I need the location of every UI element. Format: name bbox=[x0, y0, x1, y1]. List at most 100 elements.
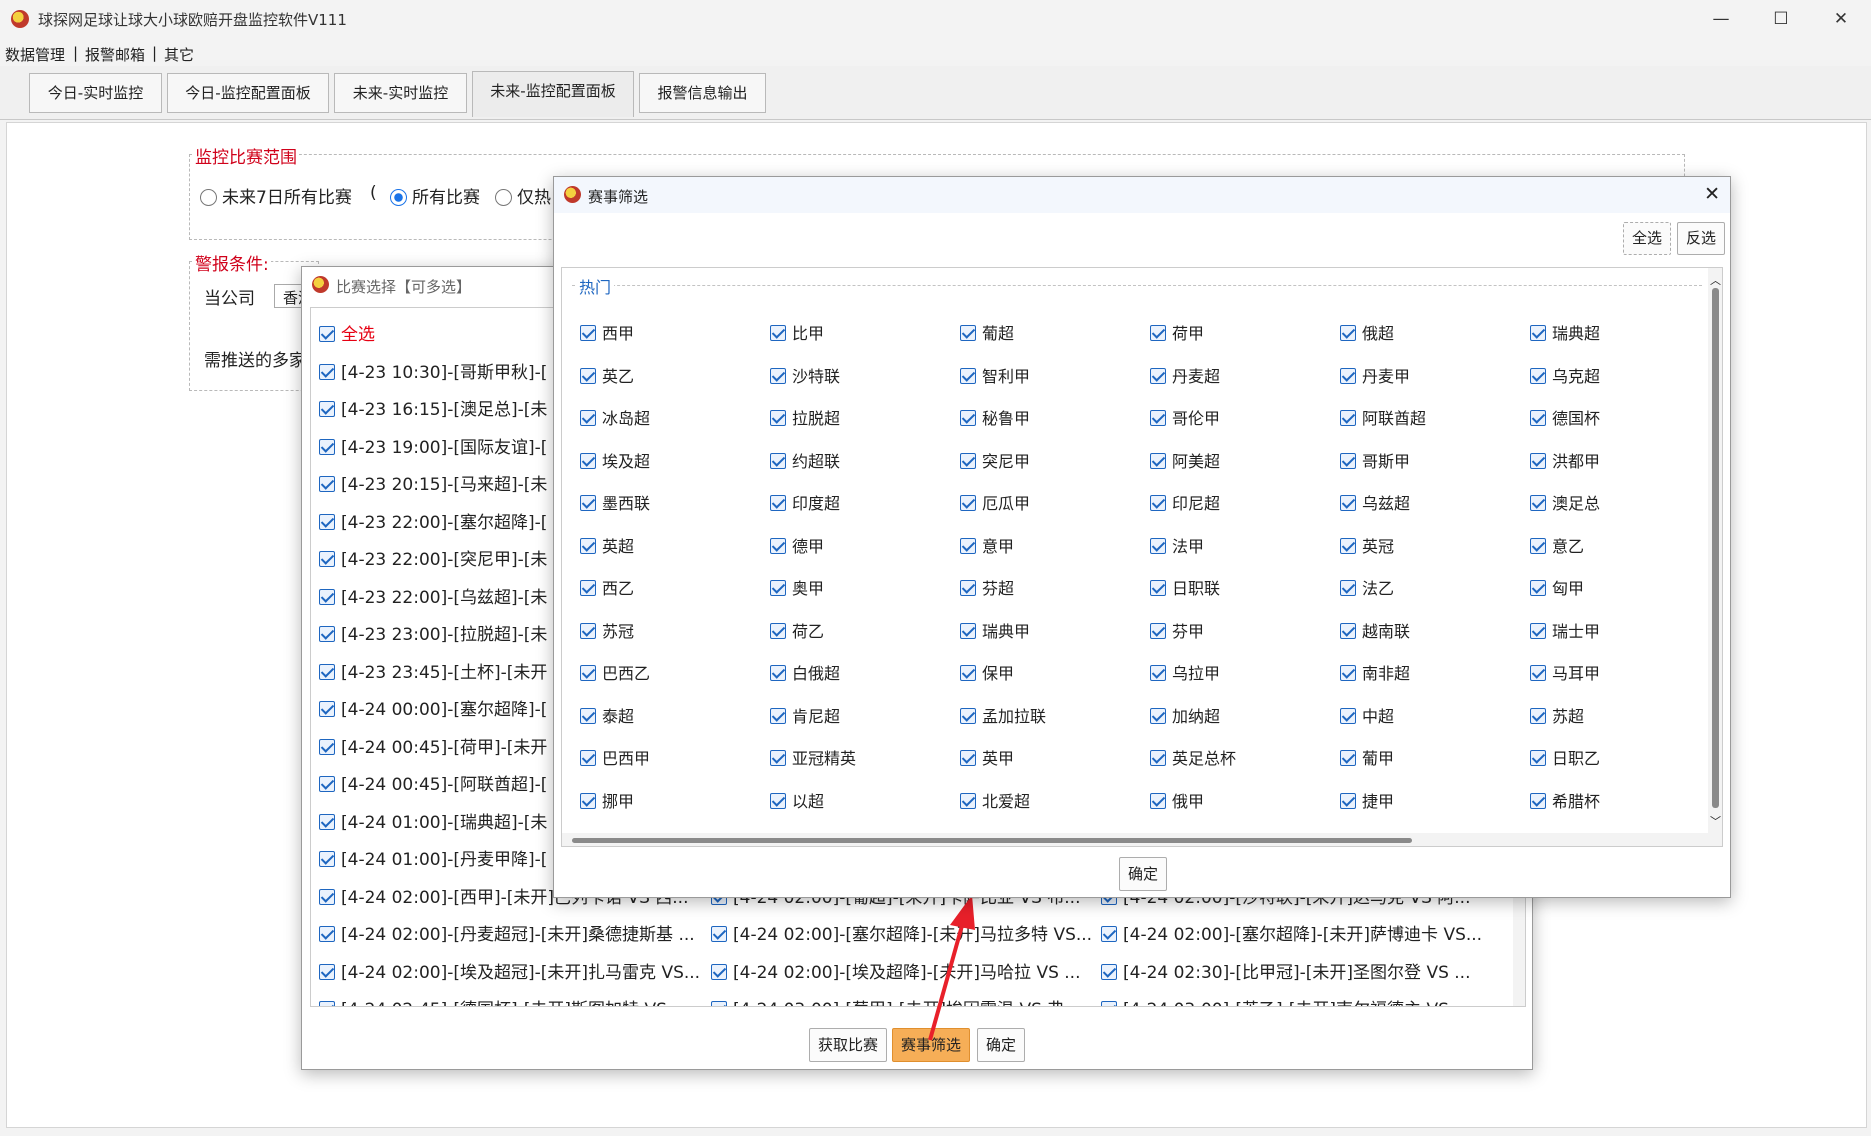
league-checkbox[interactable]: 匈甲 bbox=[1530, 575, 1584, 599]
league-checkbox[interactable]: 马耳甲 bbox=[1530, 660, 1600, 684]
league-checkbox[interactable]: 西甲 bbox=[580, 320, 634, 344]
match-row[interactable]: [4-24 02:45]-[德国杯]-[未开]斯图加特 VS... bbox=[319, 995, 709, 1006]
match-select-all[interactable]: 全选 bbox=[319, 320, 375, 345]
filter-ok-button[interactable]: 确定 bbox=[1119, 857, 1167, 891]
league-checkbox[interactable]: 洪都甲 bbox=[1530, 448, 1600, 472]
range-option-7days[interactable]: 未来7日所有比赛 bbox=[200, 183, 352, 208]
league-checkbox[interactable]: 阿联酋超 bbox=[1340, 405, 1426, 429]
league-checkbox[interactable]: 墨西联 bbox=[580, 490, 650, 514]
league-checkbox[interactable]: 埃及超 bbox=[580, 448, 650, 472]
league-checkbox[interactable]: 约超联 bbox=[770, 448, 840, 472]
match-row[interactable]: [4-24 02:00]-[埃及超冠]-[未开]扎马雷克 VS... bbox=[319, 958, 709, 983]
league-checkbox[interactable]: 荷甲 bbox=[1150, 320, 1204, 344]
league-checkbox[interactable]: 英冠 bbox=[1340, 533, 1394, 557]
scroll-down-icon[interactable]: ﹀ bbox=[1710, 813, 1721, 829]
league-checkbox[interactable]: 德国杯 bbox=[1530, 405, 1600, 429]
tab-future-live[interactable]: 未来-实时监控 bbox=[334, 73, 467, 113]
league-checkbox[interactable]: 苏超 bbox=[1530, 703, 1584, 727]
match-row[interactable]: [4-24 02:00]-[丹麦超冠]-[未开]桑德捷斯基 ... bbox=[319, 920, 709, 945]
scroll-up-icon[interactable]: ︿ bbox=[1710, 272, 1721, 288]
league-checkbox[interactable]: 孟加拉联 bbox=[960, 703, 1046, 727]
range-option-hot[interactable]: 仅热 bbox=[495, 183, 551, 208]
select-all-button[interactable]: 全选 bbox=[1623, 222, 1671, 255]
league-checkbox[interactable]: 北爱超 bbox=[960, 788, 1030, 812]
league-checkbox[interactable]: 巴西甲 bbox=[580, 745, 650, 769]
league-checkbox[interactable]: 法乙 bbox=[1340, 575, 1394, 599]
minimize-button[interactable]: — bbox=[1691, 0, 1751, 38]
league-checkbox[interactable]: 亚冠精英 bbox=[770, 745, 856, 769]
tab-future-config[interactable]: 未来-监控配置面板 bbox=[472, 71, 634, 117]
league-filter-button[interactable]: 赛事筛选 bbox=[892, 1028, 970, 1062]
menu-alert-email[interactable]: 报警邮箱 bbox=[85, 44, 145, 65]
league-checkbox[interactable]: 英甲 bbox=[960, 745, 1014, 769]
league-checkbox[interactable]: 瑞士甲 bbox=[1530, 618, 1600, 642]
hscroll-thumb[interactable] bbox=[572, 838, 1412, 843]
league-checkbox[interactable]: 希腊杯 bbox=[1530, 788, 1600, 812]
maximize-button[interactable]: ☐ bbox=[1751, 0, 1811, 38]
league-checkbox[interactable]: 加纳超 bbox=[1150, 703, 1220, 727]
league-checkbox[interactable]: 瑞典超 bbox=[1530, 320, 1600, 344]
league-checkbox[interactable]: 巴西乙 bbox=[580, 660, 650, 684]
league-checkbox[interactable]: 丹麦超 bbox=[1150, 363, 1220, 387]
league-checkbox[interactable]: 奥甲 bbox=[770, 575, 824, 599]
league-checkbox[interactable]: 意乙 bbox=[1530, 533, 1584, 557]
league-checkbox[interactable]: 乌兹超 bbox=[1340, 490, 1410, 514]
league-checkbox[interactable]: 葡超 bbox=[960, 320, 1014, 344]
league-checkbox[interactable]: 捷甲 bbox=[1340, 788, 1394, 812]
league-checkbox[interactable]: 比甲 bbox=[770, 320, 824, 344]
league-checkbox[interactable]: 印尼超 bbox=[1150, 490, 1220, 514]
league-checkbox[interactable]: 印度超 bbox=[770, 490, 840, 514]
league-checkbox[interactable]: 泰超 bbox=[580, 703, 634, 727]
league-checkbox[interactable]: 沙特联 bbox=[770, 363, 840, 387]
league-checkbox[interactable]: 哥伦甲 bbox=[1150, 405, 1220, 429]
league-checkbox[interactable]: 俄甲 bbox=[1150, 788, 1204, 812]
league-checkbox[interactable]: 智利甲 bbox=[960, 363, 1030, 387]
close-window-button[interactable]: ✕ bbox=[1811, 0, 1871, 38]
match-row[interactable]: [4-24 02:00]-[埃及超降]-[未开]马哈拉 VS ... bbox=[711, 958, 1096, 983]
league-checkbox[interactable]: 秘鲁甲 bbox=[960, 405, 1030, 429]
match-row[interactable]: [4-24 03:00]-[英乙]-[未开]南尔福德主 VS... bbox=[1101, 995, 1511, 1006]
league-checkbox[interactable]: 突尼甲 bbox=[960, 448, 1030, 472]
invert-selection-button[interactable]: 反选 bbox=[1677, 222, 1725, 255]
league-checkbox[interactable]: 英足总杯 bbox=[1150, 745, 1236, 769]
league-checkbox[interactable]: 荷乙 bbox=[770, 618, 824, 642]
fetch-matches-button[interactable]: 获取比赛 bbox=[809, 1028, 887, 1062]
match-row[interactable]: [4-24 03:00]-[葡甲]-[未开]埃因霍温 VS 弗... bbox=[711, 995, 1096, 1006]
league-checkbox[interactable]: 保甲 bbox=[960, 660, 1014, 684]
league-checkbox[interactable]: 俄超 bbox=[1340, 320, 1394, 344]
league-checkbox[interactable]: 厄瓜甲 bbox=[960, 490, 1030, 514]
league-checkbox[interactable]: 拉脱超 bbox=[770, 405, 840, 429]
league-checkbox[interactable]: 英超 bbox=[580, 533, 634, 557]
tab-alert-output[interactable]: 报警信息输出 bbox=[639, 73, 766, 113]
menu-data-management[interactable]: 数据管理 bbox=[5, 44, 65, 65]
match-ok-button[interactable]: 确定 bbox=[977, 1028, 1025, 1062]
match-row[interactable]: [4-24 02:30]-[比甲冠]-[未开]圣图尔登 VS ... bbox=[1101, 958, 1511, 983]
league-checkbox[interactable]: 葡甲 bbox=[1340, 745, 1394, 769]
menu-other[interactable]: 其它 bbox=[164, 44, 194, 65]
league-checkbox[interactable]: 挪甲 bbox=[580, 788, 634, 812]
tab-today-config[interactable]: 今日-监控配置面板 bbox=[167, 73, 329, 113]
league-vertical-scrollbar[interactable]: ︿ ﹀ bbox=[1708, 268, 1722, 833]
league-checkbox[interactable]: 西乙 bbox=[580, 575, 634, 599]
league-checkbox[interactable]: 芬超 bbox=[960, 575, 1014, 599]
league-checkbox[interactable]: 瑞典甲 bbox=[960, 618, 1030, 642]
league-checkbox[interactable]: 哥斯甲 bbox=[1340, 448, 1410, 472]
close-icon[interactable]: ✕ bbox=[1704, 183, 1720, 205]
league-checkbox[interactable]: 日职联 bbox=[1150, 575, 1220, 599]
match-row[interactable]: [4-24 02:00]-[塞尔超降]-[未开]马拉多特 VS... bbox=[711, 920, 1096, 945]
league-checkbox[interactable]: 乌拉甲 bbox=[1150, 660, 1220, 684]
league-checkbox[interactable]: 芬甲 bbox=[1150, 618, 1204, 642]
league-horizontal-scrollbar[interactable] bbox=[562, 833, 1722, 846]
league-checkbox[interactable]: 阿美超 bbox=[1150, 448, 1220, 472]
league-checkbox[interactable]: 日职乙 bbox=[1530, 745, 1600, 769]
league-checkbox[interactable]: 白俄超 bbox=[770, 660, 840, 684]
league-checkbox[interactable]: 英乙 bbox=[580, 363, 634, 387]
league-checkbox[interactable]: 意甲 bbox=[960, 533, 1014, 557]
league-checkbox[interactable]: 中超 bbox=[1340, 703, 1394, 727]
league-checkbox[interactable]: 法甲 bbox=[1150, 533, 1204, 557]
tab-today-live[interactable]: 今日-实时监控 bbox=[29, 73, 162, 113]
league-checkbox[interactable]: 南非超 bbox=[1340, 660, 1410, 684]
scroll-thumb[interactable] bbox=[1712, 288, 1719, 808]
league-checkbox[interactable]: 以超 bbox=[770, 788, 824, 812]
league-checkbox[interactable]: 肯尼超 bbox=[770, 703, 840, 727]
